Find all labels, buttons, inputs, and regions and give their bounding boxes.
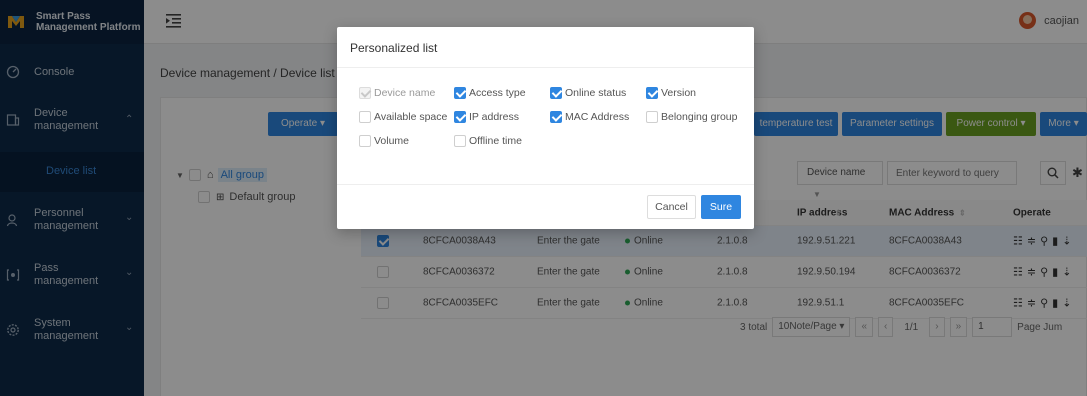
option-device-name: Device name: [359, 87, 435, 99]
checkbox[interactable]: [646, 111, 658, 123]
dialog-title: Personalized list: [350, 41, 438, 55]
checkbox[interactable]: [550, 87, 562, 99]
option-volume[interactable]: Volume: [359, 135, 409, 147]
option-available-space[interactable]: Available space: [359, 111, 447, 123]
checkbox[interactable]: [646, 87, 658, 99]
checkbox[interactable]: [359, 111, 371, 123]
checkbox[interactable]: [454, 87, 466, 99]
checkbox[interactable]: [454, 111, 466, 123]
personalized-list-dialog: Personalized list Device name Access typ…: [337, 27, 754, 229]
option-version[interactable]: Version: [646, 87, 696, 99]
divider: [337, 67, 754, 68]
option-offline-time[interactable]: Offline time: [454, 135, 522, 147]
option-belonging-group[interactable]: Belonging group: [646, 111, 737, 123]
checkbox: [359, 87, 371, 99]
option-online-status[interactable]: Online status: [550, 87, 626, 99]
checkbox[interactable]: [454, 135, 466, 147]
checkbox[interactable]: [550, 111, 562, 123]
sure-button[interactable]: Sure: [701, 195, 741, 219]
option-ip-address[interactable]: IP address: [454, 111, 519, 123]
option-mac-address[interactable]: MAC Address: [550, 111, 629, 123]
cancel-button[interactable]: Cancel: [647, 195, 696, 219]
checkbox[interactable]: [359, 135, 371, 147]
divider: [337, 184, 754, 185]
option-access-type[interactable]: Access type: [454, 87, 526, 99]
